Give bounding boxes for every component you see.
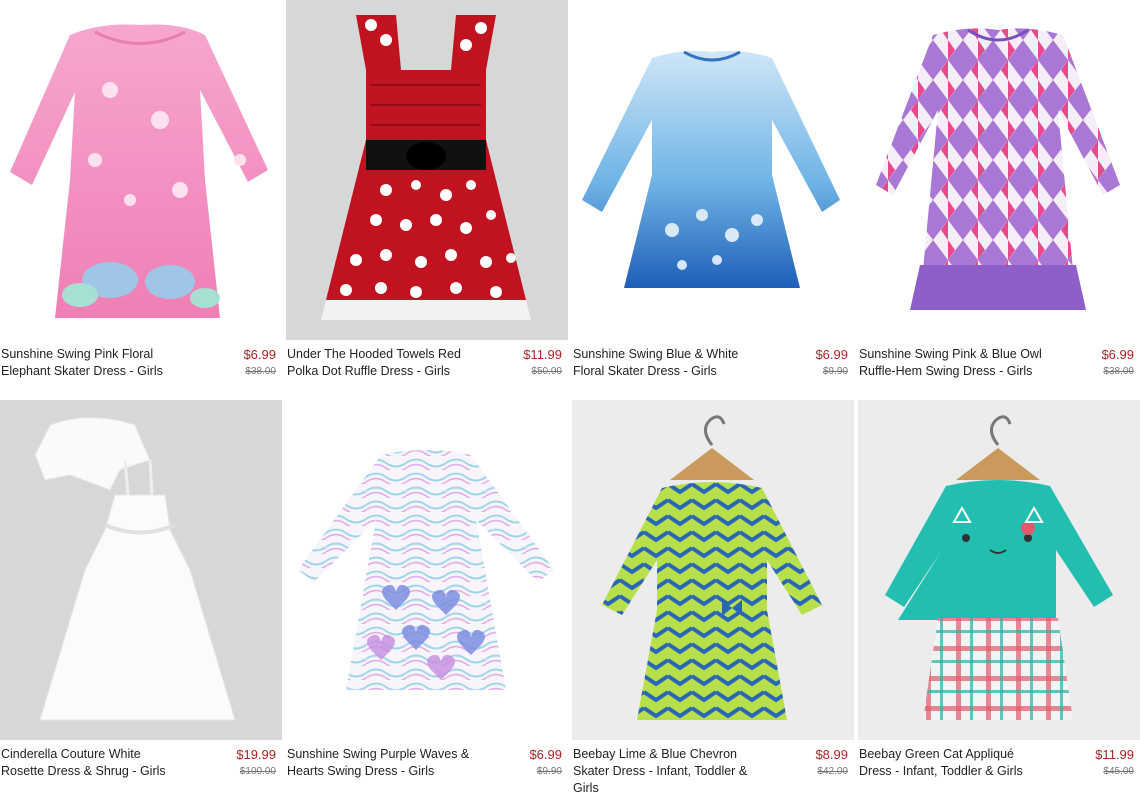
original-price: $45.00: [1103, 766, 1134, 777]
original-price: $42.00: [817, 766, 848, 777]
product-card[interactable]: Sunshine Swing Pink Floral Elephant Skat…: [0, 0, 282, 399]
product-image[interactable]: [0, 400, 282, 740]
product-title[interactable]: Beebay Green Cat Appliqué Dress - Infant…: [859, 746, 1044, 780]
original-price: $38.00: [245, 366, 276, 377]
product-title[interactable]: Cinderella Couture White Rosette Dress &…: [1, 746, 186, 780]
product-title[interactable]: Under The Hooded Towels Red Polka Dot Ru…: [287, 346, 472, 380]
dress-illustration: [298, 450, 554, 690]
product-image[interactable]: [0, 0, 282, 340]
product-card[interactable]: Sunshine Swing Blue & White Floral Skate…: [572, 0, 854, 399]
dress-illustration: [10, 24, 268, 318]
original-price: $100.00: [239, 766, 276, 777]
original-price: $9.90: [536, 766, 562, 777]
dress-illustration: [582, 50, 840, 288]
original-price: $50.00: [531, 366, 562, 377]
product-title[interactable]: Sunshine Swing Pink Floral Elephant Skat…: [1, 346, 186, 380]
sale-price: $19.99: [236, 747, 276, 762]
product-image[interactable]: [572, 400, 854, 740]
dress-illustration: [876, 28, 1120, 310]
original-price: $38.00: [1103, 366, 1134, 377]
sale-price: $11.99: [523, 347, 562, 362]
original-price: $9.90: [822, 366, 848, 377]
product-title[interactable]: Sunshine Swing Blue & White Floral Skate…: [573, 346, 758, 380]
product-image[interactable]: [286, 400, 568, 740]
product-card[interactable]: Sunshine Swing Purple Waves & Hearts Swi…: [286, 400, 568, 799]
product-image[interactable]: [286, 0, 568, 340]
product-image[interactable]: [858, 400, 1140, 740]
sale-price: $6.99: [243, 347, 276, 362]
product-card[interactable]: Cinderella Couture White Rosette Dress &…: [0, 400, 282, 799]
product-image[interactable]: [858, 0, 1140, 340]
product-title[interactable]: Sunshine Swing Purple Waves & Hearts Swi…: [287, 746, 472, 780]
product-grid: Sunshine Swing Pink Floral Elephant Skat…: [0, 0, 1140, 795]
product-title[interactable]: Beebay Lime & Blue Chevron Skater Dress …: [573, 746, 758, 797]
dress-illustration: [34, 417, 236, 721]
product-card[interactable]: Beebay Green Cat Appliqué Dress - Infant…: [858, 400, 1140, 799]
sale-price: $6.99: [529, 747, 562, 762]
product-card[interactable]: Sunshine Swing Pink & Blue Owl Ruffle-He…: [858, 0, 1140, 399]
product-image[interactable]: [572, 0, 854, 340]
sale-price: $8.99: [815, 747, 848, 762]
product-card[interactable]: Under The Hooded Towels Red Polka Dot Ru…: [286, 0, 568, 399]
sale-price: $6.99: [1101, 347, 1134, 362]
product-card[interactable]: Beebay Lime & Blue Chevron Skater Dress …: [572, 400, 854, 799]
dress-illustration: [885, 415, 1113, 720]
sale-price: $6.99: [815, 347, 848, 362]
dress-illustration: [321, 15, 531, 320]
sale-price: $11.99: [1095, 747, 1134, 762]
dress-illustration: [602, 415, 822, 720]
product-title[interactable]: Sunshine Swing Pink & Blue Owl Ruffle-He…: [859, 346, 1044, 380]
